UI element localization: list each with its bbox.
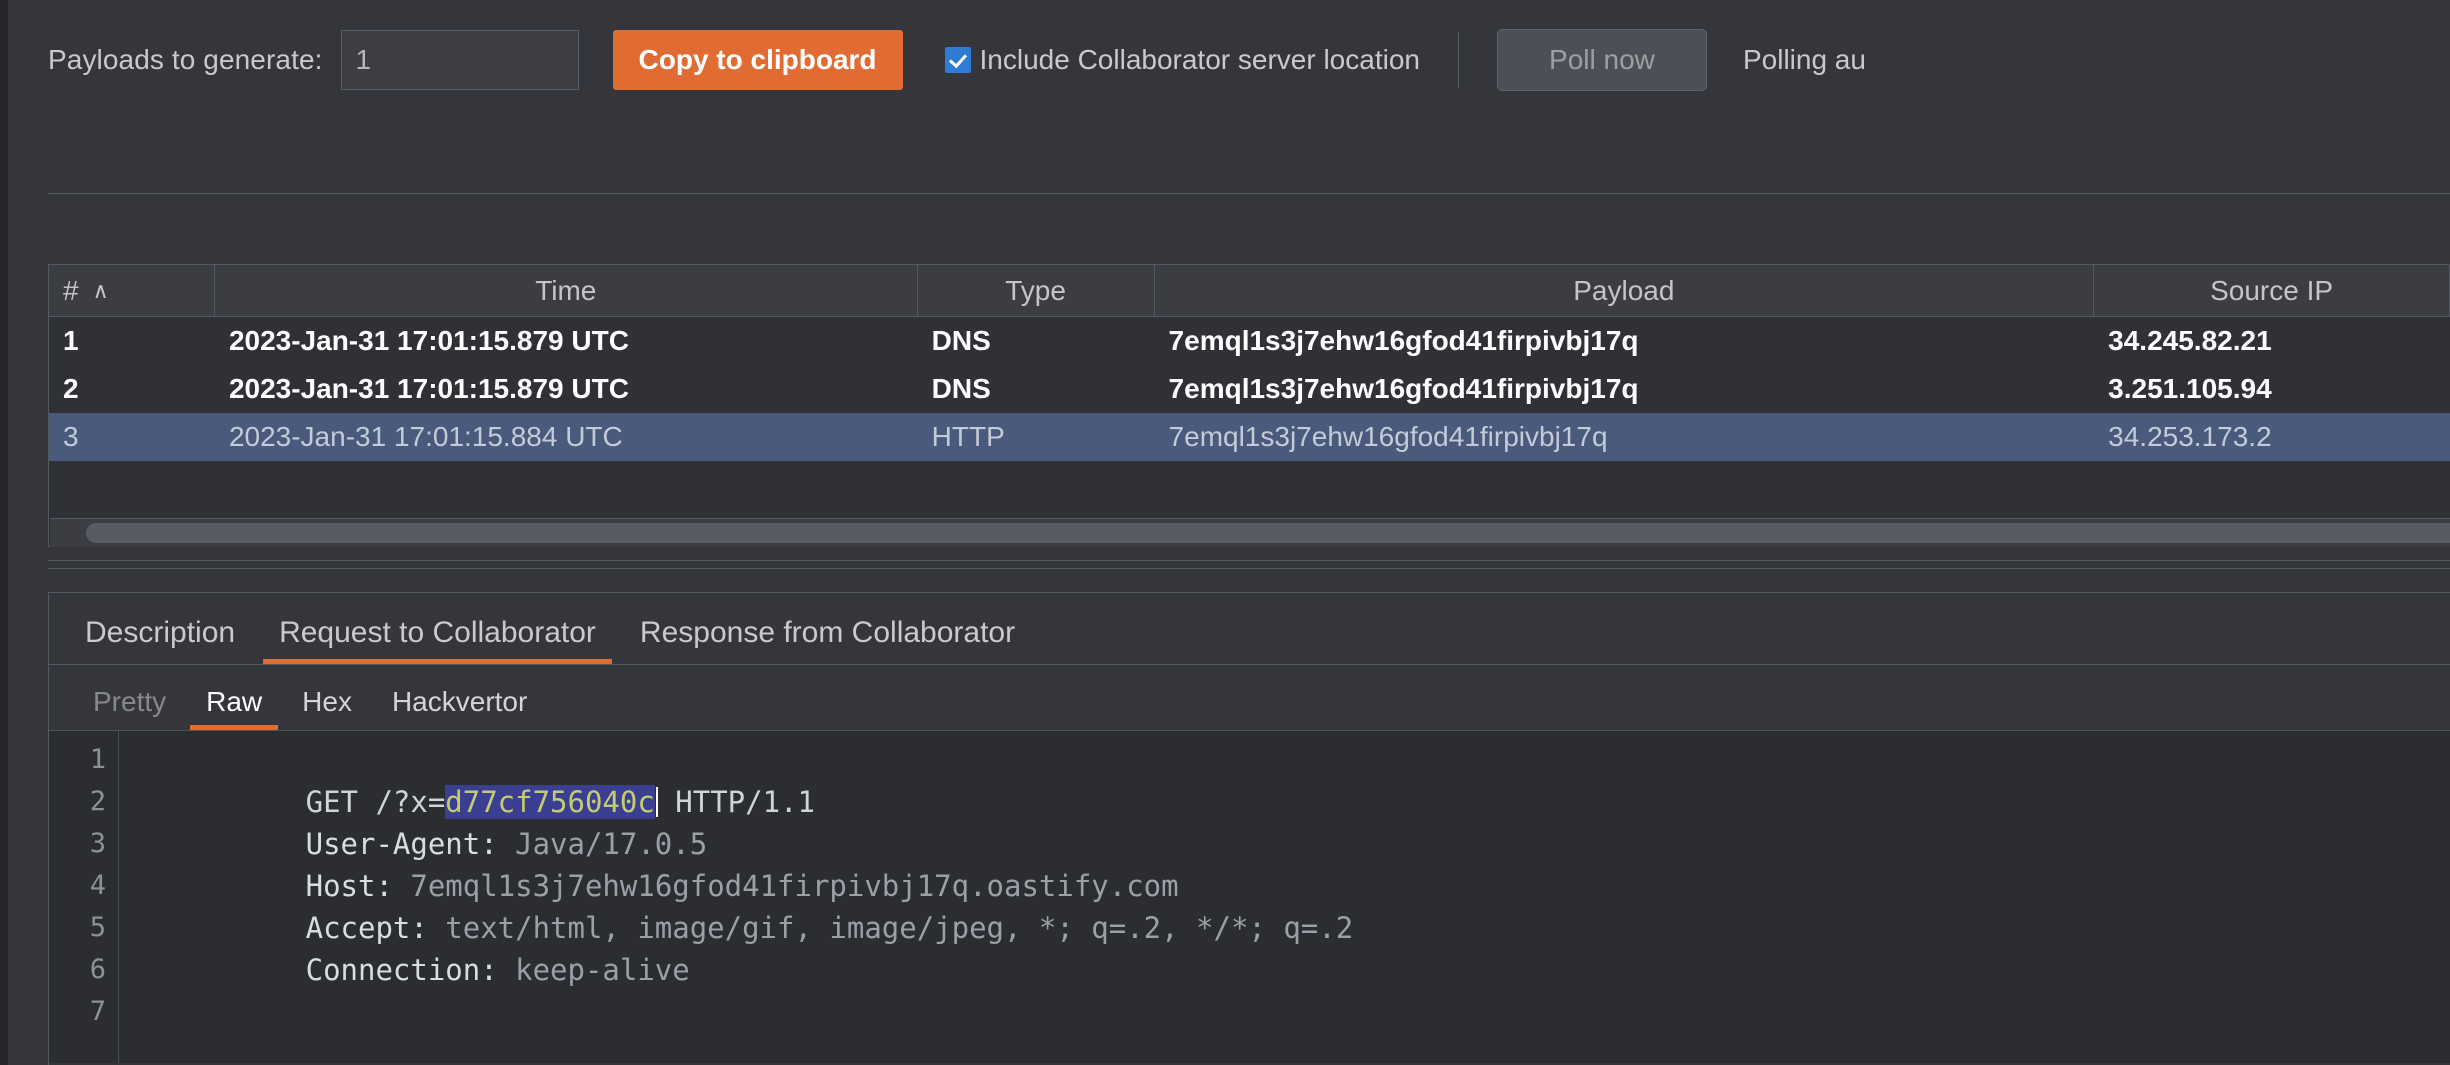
table-body: 1 2023-Jan-31 17:01:15.879 UTC DNS 7emql… [49, 317, 2450, 546]
tab-response-from-collaborator[interactable]: Response from Collaborator [618, 616, 1037, 664]
toolbar-divider [48, 193, 2450, 194]
message-tabbar: Description Request to Collaborator Resp… [49, 593, 2450, 665]
request-editor[interactable]: 1 2 3 4 5 6 7 GET /?x=d77cf756040c HTTP/… [49, 731, 2450, 1063]
header-value: text/html, image/gif, image/jpeg, *; q=.… [427, 911, 1354, 945]
header-name: Connection: [305, 953, 498, 987]
table-horizontal-scrollbar[interactable] [50, 518, 2450, 547]
table-row[interactable]: 1 2023-Jan-31 17:01:15.879 UTC DNS 7emql… [49, 317, 2450, 365]
tab-hex[interactable]: Hex [282, 686, 372, 730]
table-horizontal-scrollbar-thumb[interactable] [86, 523, 2450, 543]
cell-type: DNS [931, 373, 991, 404]
cell-number: 3 [63, 421, 79, 452]
line-number: 5 [89, 912, 106, 943]
line-number: 6 [89, 954, 106, 985]
tab-request-to-collaborator[interactable]: Request to Collaborator [257, 616, 618, 664]
cell-source-ip: 3.251.105.94 [2108, 373, 2272, 404]
cell-time: 2023-Jan-31 17:01:15.879 UTC [228, 373, 629, 404]
include-server-location-label: Include Collaborator server location [979, 44, 1420, 75]
editor-code-area[interactable]: GET /?x=d77cf756040c HTTP/1.1 User-Agent… [119, 731, 2450, 1063]
selected-text-token[interactable]: d77cf756040c [445, 785, 655, 819]
view-mode-tabbar: Pretty Raw Hex Hackvertor [49, 665, 2450, 731]
tab-hackvertor[interactable]: Hackvertor [372, 686, 547, 730]
line-number: 2 [89, 786, 106, 817]
window-left-rail [0, 0, 8, 1065]
line-number: 4 [89, 870, 106, 901]
cell-type: DNS [931, 325, 991, 356]
table-row-selected[interactable]: 3 2023-Jan-31 17:01:15.884 UTC HTTP 7emq… [49, 413, 2450, 461]
payloads-to-generate-input[interactable] [340, 30, 579, 90]
table-row[interactable]: 2 2023-Jan-31 17:01:15.879 UTC DNS 7emql… [49, 365, 2450, 413]
checkmark-icon[interactable] [944, 47, 971, 73]
header-name: User-Agent: [305, 827, 498, 861]
panel-splitter-line-bottom[interactable] [48, 568, 2450, 569]
sort-ascending-icon: ∧ [92, 277, 109, 303]
line-number: 3 [89, 828, 106, 859]
cell-type: HTTP [931, 421, 1005, 452]
polling-status-label: Polling au [1742, 44, 1866, 75]
column-header-time[interactable]: Time [215, 265, 918, 316]
column-header-payload[interactable]: Payload [1155, 265, 2095, 316]
cell-source-ip: 34.253.173.2 [2108, 421, 2272, 452]
cell-source-ip: 34.245.82.21 [2108, 325, 2272, 356]
cell-time: 2023-Jan-31 17:01:15.879 UTC [228, 325, 629, 356]
column-header-type[interactable]: Type [918, 265, 1155, 316]
code-segment: HTTP/1.1 [657, 785, 815, 819]
tab-pretty[interactable]: Pretty [73, 686, 186, 730]
copy-to-clipboard-button[interactable]: Copy to clipboard [612, 30, 903, 90]
header-name: Host: [305, 869, 393, 903]
cell-number: 1 [63, 325, 79, 356]
table-header-row: # ∧ Time Type Payload Source IP [49, 265, 2450, 317]
header-value: 7emql1s3j7ehw16gfod41firpivbj17q.oastify… [392, 869, 1179, 903]
toolbar-separator [1457, 32, 1459, 88]
editor-line-number-gutter: 1 2 3 4 5 6 7 [49, 731, 119, 1063]
panel-splitter-line-top[interactable] [48, 560, 2450, 561]
header-value: keep-alive [497, 953, 690, 987]
column-header-source-ip[interactable]: Source IP [2094, 265, 2450, 316]
collaborator-toolbar: Payloads to generate: Copy to clipboard … [48, 20, 2450, 100]
collaborator-client-window: Payloads to generate: Copy to clipboard … [0, 0, 2450, 1065]
cell-payload: 7emql1s3j7ehw16gfod41firpivbj17q [1168, 373, 1639, 404]
tab-raw[interactable]: Raw [186, 686, 282, 730]
tab-description[interactable]: Description [63, 616, 257, 664]
column-header-number-label: # [63, 274, 79, 306]
cell-number: 2 [63, 373, 79, 404]
code-line-1: GET /?x=d77cf756040c HTTP/1.1 [131, 739, 2450, 819]
message-viewer-panel: Description Request to Collaborator Resp… [48, 592, 2450, 1065]
payloads-to-generate-label: Payloads to generate: [48, 44, 323, 75]
cell-time: 2023-Jan-31 17:01:15.884 UTC [228, 421, 623, 452]
header-value: Java/17.0.5 [497, 827, 708, 861]
line-number: 7 [89, 996, 106, 1027]
line-number: 1 [89, 744, 106, 775]
include-server-location-checkbox[interactable]: Include Collaborator server location [944, 44, 1420, 76]
poll-now-button[interactable]: Poll now [1496, 29, 1707, 91]
interactions-table: # ∧ Time Type Payload Source IP 1 2023-J… [48, 264, 2450, 547]
cell-payload: 7emql1s3j7ehw16gfod41firpivbj17q [1168, 421, 1608, 452]
header-name: Accept: [305, 911, 428, 945]
cell-payload: 7emql1s3j7ehw16gfod41firpivbj17q [1168, 325, 1639, 356]
code-segment: GET /?x= [305, 785, 446, 819]
column-header-number[interactable]: # ∧ [49, 265, 215, 316]
